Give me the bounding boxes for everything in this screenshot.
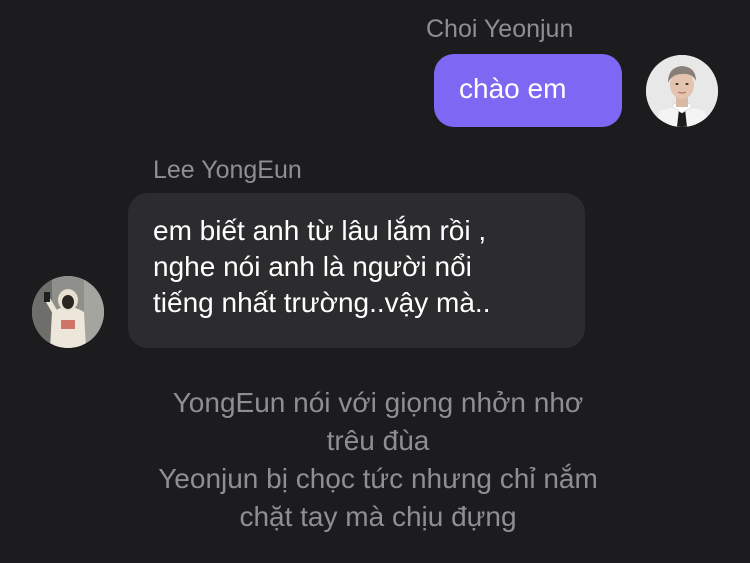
message-bubble-outgoing[interactable]: chào em (434, 54, 622, 127)
avatar-photo-man-icon (646, 55, 718, 127)
avatar-choi-yeonjun-icon[interactable] (646, 55, 718, 127)
message-text-line: tiếng nhất trường..vậy mà.. (153, 287, 491, 318)
message-bubble-incoming[interactable]: em biết anh từ lâu lắm rồi , nghe nói an… (128, 193, 585, 348)
sender-name-choi-yeonjun: Choi Yeonjun (426, 15, 574, 43)
narration-line: YongEun nói với giọng nhởn nhơ (172, 387, 584, 418)
sender-name-lee-yongeun: Lee YongEun (153, 156, 302, 184)
avatar-photo-person-icon (32, 276, 104, 348)
message-text-line: chào em (459, 73, 567, 104)
avatar-lee-yongeun-icon[interactable] (32, 276, 104, 348)
message-text-line: em biết anh từ lâu lắm rồi , (153, 215, 487, 246)
narration-line: chặt tay mà chịu đựng (239, 501, 517, 532)
message-text-line: nghe nói anh là người nổi (153, 251, 472, 282)
narration-line: trêu đùa (326, 425, 430, 456)
narration-text: YongEun nói với giọng nhởn nhơ trêu đùa … (100, 384, 656, 536)
narration-line: Yeonjun bị chọc tức nhưng chỉ nắm (158, 463, 598, 494)
